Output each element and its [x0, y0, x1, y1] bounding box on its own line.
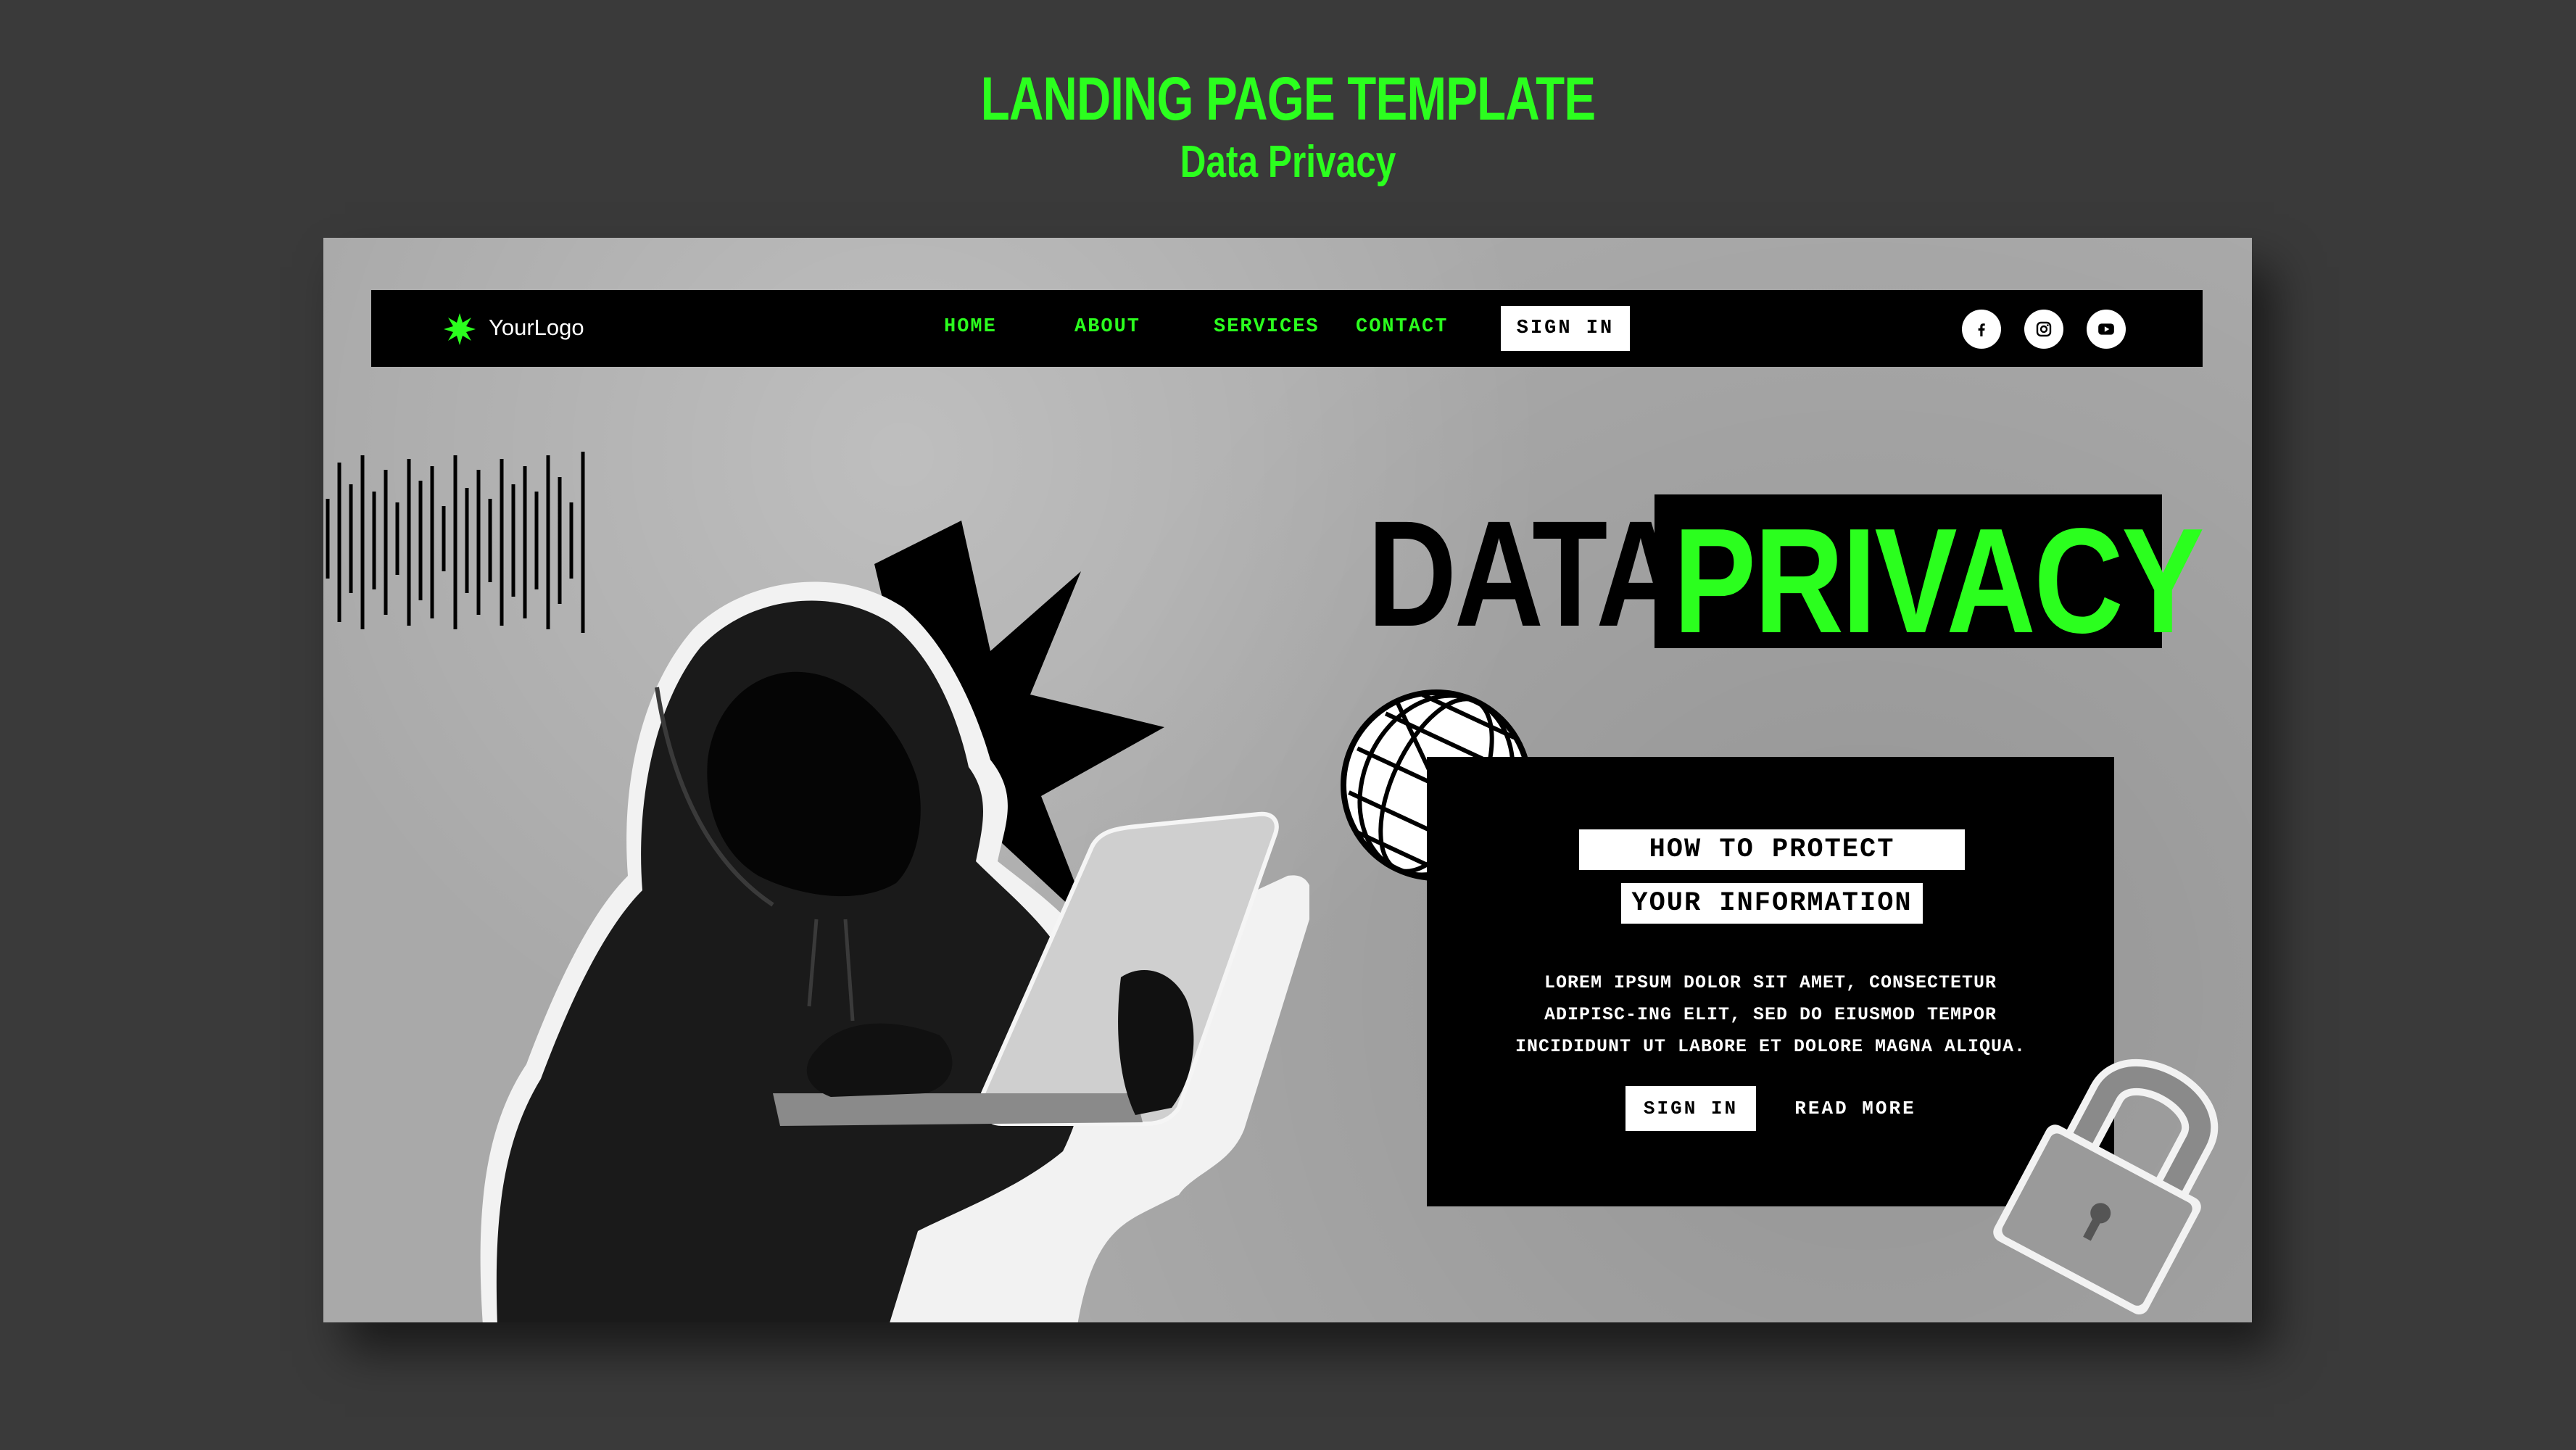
card-sign-in-button[interactable]: SIGN IN — [1625, 1086, 1756, 1131]
read-more-link[interactable]: READ MORE — [1772, 1086, 1939, 1131]
instagram-link[interactable] — [2024, 310, 2063, 349]
showcase-title: LANDING PAGE TEMPLATE — [980, 65, 1596, 133]
facebook-link[interactable] — [1962, 310, 2001, 349]
nav-sign-in-button[interactable]: SIGN IN — [1501, 306, 1630, 351]
showcase-subtitle: Data Privacy — [1180, 137, 1396, 187]
card-heading-line-1: HOW TO PROTECT — [1579, 829, 1965, 870]
landing-page-mockup: YourLogo HOME ABOUT SERVICES CONTACT SIG… — [323, 238, 2252, 1322]
starburst-icon — [444, 313, 476, 345]
facebook-icon — [1978, 323, 1985, 336]
youtube-icon — [2098, 323, 2114, 335]
nav-services[interactable]: SERVICES — [1214, 316, 1320, 338]
youtube-link[interactable] — [2087, 310, 2126, 349]
instagram-icon — [2036, 321, 2052, 337]
card-heading-line-2: YOUR INFORMATION — [1621, 883, 1923, 924]
headline-privacy: PRIVACY — [1673, 497, 2204, 664]
navbar: YourLogo HOME ABOUT SERVICES CONTACT SIG… — [371, 290, 2203, 367]
headline-data: DATA — [1367, 490, 1686, 658]
card-body-text: LOREM IPSUM DOLOR SIT AMET, CONSECTETUR … — [1515, 972, 2026, 1057]
nav-contact[interactable]: CONTACT — [1356, 316, 1448, 338]
hooded-hacker-image — [480, 521, 1309, 1322]
nav-about[interactable]: ABOUT — [1074, 316, 1140, 338]
logo-text[interactable]: YourLogo — [489, 315, 584, 341]
nav-home[interactable]: HOME — [944, 316, 997, 338]
padlock-icon — [1993, 1058, 2219, 1315]
